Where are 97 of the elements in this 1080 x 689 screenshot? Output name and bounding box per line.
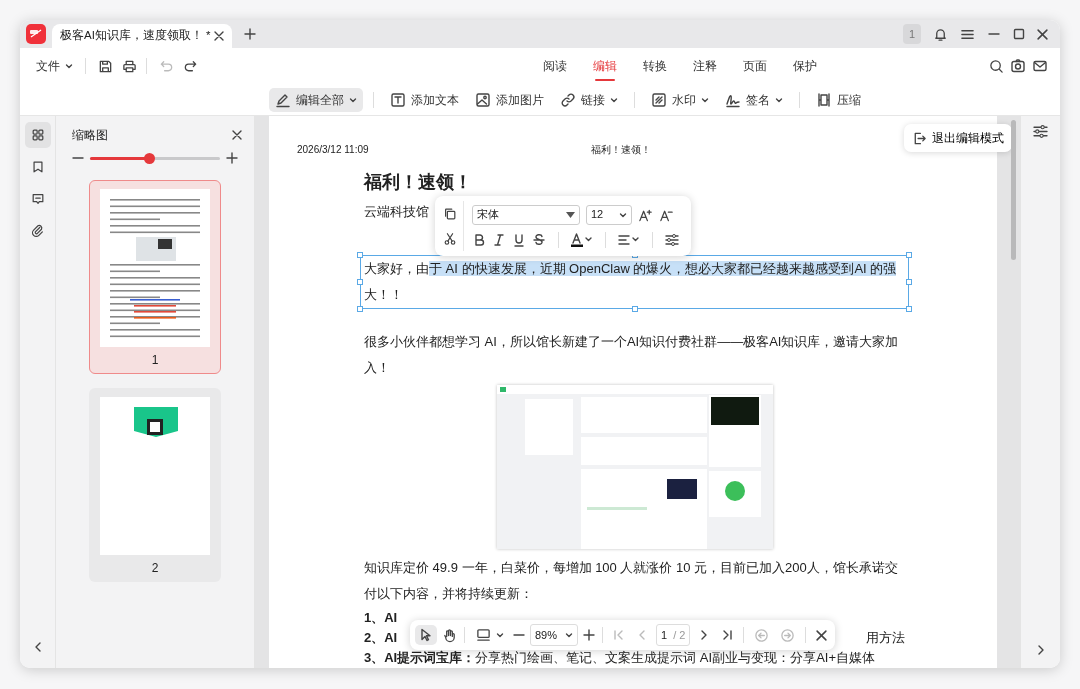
toolbar-button[interactable]: 签名: [719, 87, 789, 112]
maximize-icon[interactable]: [1013, 28, 1025, 40]
zoom-in-icon[interactable]: [583, 629, 595, 641]
toolbar-button[interactable]: 水印: [645, 87, 715, 112]
caret-icon: [496, 631, 504, 639]
camera-icon[interactable]: [1010, 58, 1026, 74]
underline-icon[interactable]: [512, 232, 526, 247]
header-date: 2026/3/12 11:09: [297, 143, 369, 157]
exit-edit-button[interactable]: 退出编辑模式: [904, 124, 1012, 152]
page-thumbnail[interactable]: 2: [89, 388, 221, 582]
paragraph: 很多小伙伴都想学习 AI，所以馆长新建了一个AI知识付费社群——极客AI知识库，邀请大家加入！: [364, 333, 900, 377]
mail-icon[interactable]: [1032, 58, 1048, 74]
toolbar-button[interactable]: 压缩: [810, 87, 867, 112]
increase-font-icon[interactable]: [638, 207, 653, 222]
mode-tab[interactable]: 页面: [741, 53, 769, 79]
app-logo-icon: [26, 24, 46, 44]
toolbar-button[interactable]: 添加图片: [469, 87, 550, 112]
document-title: 福利！速领！: [364, 171, 473, 194]
compress-icon: [816, 91, 832, 108]
header-title: 福利！速领！: [590, 143, 651, 157]
bold-icon[interactable]: [472, 232, 486, 247]
resize-handle[interactable]: [906, 252, 912, 258]
image-icon: [475, 91, 491, 108]
caret-icon: [65, 62, 73, 70]
mode-tab[interactable]: 阅读: [541, 53, 569, 79]
panel-title: 缩略图: [72, 127, 108, 144]
scissors-icon[interactable]: [443, 231, 457, 246]
bookmark-icon: [30, 159, 45, 175]
page-number: 2: [151, 560, 159, 577]
select-tool-button[interactable]: [415, 625, 437, 645]
search-icon[interactable]: [989, 58, 1004, 74]
resize-handle[interactable]: [906, 279, 912, 285]
font-select[interactable]: 宋体: [472, 204, 580, 225]
paragraph: 知识库定价 49.9 一年，白菜价，每增加 100 人就涨价 10 元，目前已加入200人，馆长承诺交付以下内容，并将持续更新：: [364, 559, 899, 603]
settings-icon[interactable]: [1033, 124, 1048, 139]
toolbar-button[interactable]: 编辑全部: [269, 87, 363, 112]
mode-tab[interactable]: 编辑: [591, 53, 619, 79]
file-menu[interactable]: 文件: [30, 54, 79, 78]
resize-handle[interactable]: [631, 306, 638, 312]
paragraph: 大家好，由于 AI 的快速发展，近期 OpenClaw 的爆火，想必大家都已经越来越感受到AI 的强 大！！: [364, 260, 898, 304]
watermark-icon: [651, 91, 667, 108]
close-icon: [232, 130, 242, 140]
strikethrough-icon[interactable]: [532, 232, 546, 247]
toolbar-button[interactable]: 链接: [554, 87, 624, 112]
link-icon: [560, 91, 576, 108]
document-tab[interactable]: 极客AI知识库，速度领取！ *: [52, 24, 232, 48]
resize-handle[interactable]: [357, 252, 363, 258]
align-icon[interactable]: [618, 232, 640, 247]
page-number: 1: [151, 352, 159, 369]
list-item: 3、AI提示词宝库：分享热门绘画、笔记、文案生成提示词 AI副业与变现：分享AI+自媒体: [364, 649, 875, 667]
page-thumbnail[interactable]: 1: [89, 180, 221, 374]
mode-tab[interactable]: 保护: [791, 53, 819, 79]
close-icon: [214, 31, 224, 41]
page-field[interactable]: 1 / 2: [656, 624, 691, 646]
close-panel-button[interactable]: [232, 130, 242, 140]
bell-icon[interactable]: [933, 26, 948, 42]
tab-title: 极客AI知识库，速度领取！ *: [60, 28, 211, 44]
font-size-select[interactable]: 12: [586, 204, 632, 225]
settings-icon[interactable]: [665, 232, 679, 247]
caret-icon: [619, 210, 627, 219]
slider-thumb[interactable]: [143, 152, 155, 164]
hand-icon[interactable]: [442, 627, 457, 643]
resize-handle[interactable]: [357, 306, 363, 312]
zoom-select[interactable]: 89%: [530, 624, 578, 646]
text-icon: [390, 91, 406, 108]
page-view-icon: [476, 628, 491, 642]
thumbnails-icon: [30, 127, 45, 143]
mode-tab[interactable]: 注释: [691, 53, 719, 79]
sidebar-tab[interactable]: [24, 122, 51, 148]
comment-icon: [30, 191, 45, 207]
plus-icon: [244, 28, 256, 40]
toolbar-button[interactable]: 添加文本: [384, 87, 465, 112]
dropdown-arrow-icon: [566, 211, 575, 218]
exit-icon: [912, 130, 927, 146]
print-icon[interactable]: [122, 58, 137, 74]
cursor-icon: [419, 628, 433, 642]
redo-icon[interactable]: [183, 58, 198, 74]
resize-handle[interactable]: [357, 279, 363, 285]
close-icon[interactable]: [816, 629, 828, 641]
save-icon[interactable]: [98, 58, 113, 74]
scrollbar[interactable]: [1011, 120, 1016, 260]
author-line: 云端科技馆: [364, 203, 429, 221]
list-item: 1、AI: [364, 609, 398, 627]
zoom-in-button[interactable]: [226, 152, 238, 164]
list-item: 2、AI: [364, 629, 398, 647]
italic-icon[interactable]: [492, 232, 506, 247]
resize-handle[interactable]: [906, 306, 912, 312]
caret-icon: [565, 631, 573, 639]
close-icon[interactable]: [1037, 28, 1048, 40]
attachment-icon: [30, 223, 45, 239]
list-item: 用方法: [866, 629, 905, 647]
plus-icon: [226, 152, 238, 164]
last-page-icon[interactable]: [721, 629, 734, 641]
close-tab-button[interactable]: [214, 31, 224, 41]
font-color-icon[interactable]: [571, 232, 593, 247]
copy-icon[interactable]: [443, 206, 457, 221]
mode-tab[interactable]: 转换: [641, 53, 669, 79]
